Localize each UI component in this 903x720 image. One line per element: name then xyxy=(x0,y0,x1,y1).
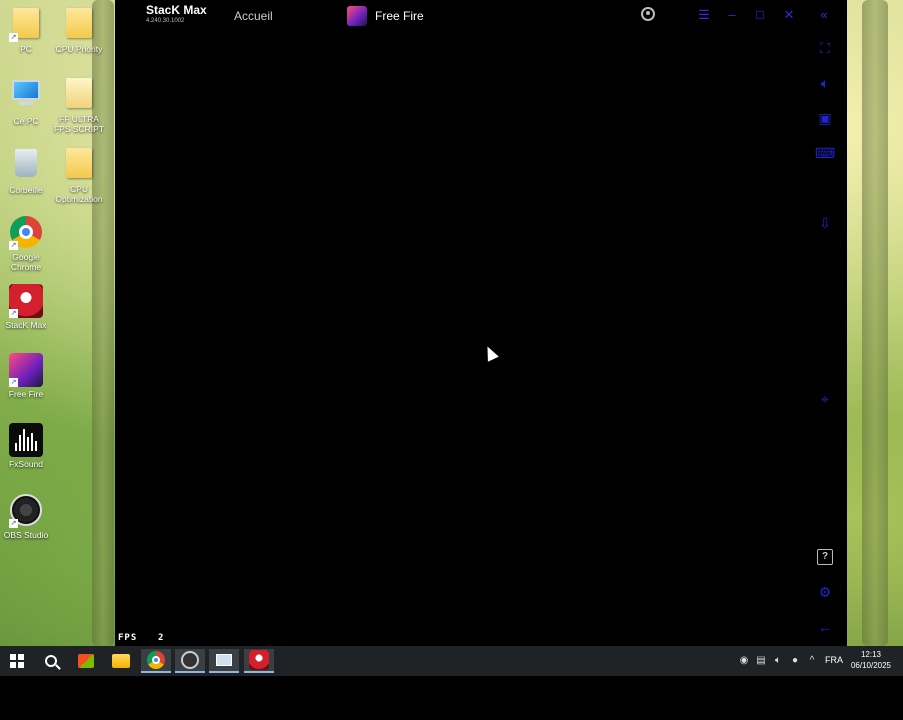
stackmax-tray-icon[interactable]: ● xyxy=(788,654,802,668)
emulator-version: 4.240.30.1002 xyxy=(146,18,185,24)
taskbar-store[interactable] xyxy=(71,649,101,673)
fps-label: FPS xyxy=(118,633,138,643)
close-icon[interactable]: ✕ xyxy=(780,6,798,24)
keyboard-mapping-icon[interactable]: ⌨ xyxy=(815,143,835,163)
desktop-icon-label: OBS Studio xyxy=(3,530,49,540)
folder-user-icon: ↗ xyxy=(9,8,43,42)
account-icon[interactable] xyxy=(641,7,655,21)
network-icon[interactable]: ▤ xyxy=(754,654,768,668)
computer-icon xyxy=(9,80,43,114)
freefire-icon: ↗ xyxy=(9,353,43,387)
desktop-icon-google-chrome[interactable]: ↗ Google Chrome xyxy=(0,215,54,272)
fullscreen-icon[interactable]: ⛶ xyxy=(815,38,835,58)
fxsound-icon xyxy=(9,423,43,457)
start-button[interactable] xyxy=(2,649,32,673)
chrome-icon: ↗ xyxy=(9,216,43,250)
emulator-brand: StacK Max 4.240.30.1002 xyxy=(146,4,207,25)
desktop-icon-cpu-optimization[interactable]: CPU Optimization xyxy=(51,146,107,204)
tab-home[interactable]: Accueil xyxy=(234,9,273,23)
desktop-icon-pc[interactable]: ↗ PC xyxy=(0,6,54,54)
minimize-icon[interactable]: – xyxy=(723,6,741,24)
desktop-icon-ff-ultra-fps-script[interactable]: FF ULTRA FPS SCRIPT xyxy=(51,76,107,134)
desktop-icon-label: Free Fire xyxy=(8,389,44,399)
desktop-icon-label: FxSound xyxy=(8,459,44,469)
desktop-icon-free-fire[interactable]: ↗ Free Fire xyxy=(0,353,54,399)
emulator-window[interactable]: StacK Max 4.240.30.1002 Accueil Free Fir… xyxy=(115,0,847,646)
windows-logo-icon xyxy=(10,654,24,668)
language-indicator[interactable]: FRA xyxy=(825,655,843,665)
collapse-sidebar-icon[interactable]: « xyxy=(815,6,833,24)
desktop-icon-cpu-priority[interactable]: CPU Priority xyxy=(51,6,107,54)
folder-icon xyxy=(62,148,96,182)
tab-free-fire-label: Free Fire xyxy=(375,9,424,23)
tray-chevron-icon[interactable]: ^ xyxy=(805,654,819,668)
file-icon xyxy=(62,78,96,112)
desktop-icon-stackmax[interactable]: ↗ StacK Max xyxy=(0,284,54,330)
desktop-icon-label: CPU Priority xyxy=(55,44,103,54)
taskbar-window[interactable] xyxy=(209,649,239,673)
emulator-titlebar[interactable]: StacK Max 4.240.30.1002 Accueil Free Fir… xyxy=(115,0,847,32)
freefire-icon xyxy=(347,6,367,26)
stackmax-icon: ↗ xyxy=(9,284,43,318)
recycle-bin-icon xyxy=(9,149,43,183)
obs-tray-icon[interactable]: ◉ xyxy=(737,654,751,668)
emulator-brand-name: StacK Max xyxy=(146,3,207,17)
clock[interactable]: 12:13 06/10/2025 xyxy=(846,649,896,671)
obs-icon: ↗ xyxy=(9,494,43,528)
location-icon[interactable]: ⌖ xyxy=(815,389,835,409)
desktop-icon-label: Ce PC xyxy=(13,116,39,126)
taskbar-obs[interactable] xyxy=(175,649,205,673)
taskbar-stackmax[interactable] xyxy=(244,649,274,673)
taskbar-file-explorer[interactable] xyxy=(106,649,136,673)
store-icon xyxy=(78,654,94,668)
maximize-icon[interactable]: □ xyxy=(751,6,769,24)
install-apk-icon[interactable]: ⇩ xyxy=(815,213,835,233)
desktop-icon-corbeille[interactable]: Corbeille xyxy=(0,146,54,195)
fps-value: 2 xyxy=(158,633,164,643)
obs-icon xyxy=(181,651,199,669)
search-button[interactable] xyxy=(36,649,66,673)
clock-time: 12:13 xyxy=(860,650,882,659)
desktop-icon-label: StacK Max xyxy=(5,320,47,330)
tab-free-fire[interactable]: Free Fire xyxy=(347,5,424,27)
volume-icon[interactable]: 🔈︎ xyxy=(815,73,835,93)
chrome-icon xyxy=(147,651,165,669)
folder-icon xyxy=(62,8,96,42)
desktop-icon-label: PC xyxy=(20,44,32,54)
search-icon xyxy=(45,655,57,667)
settings-icon[interactable]: ⚙ xyxy=(815,582,835,602)
window-icon xyxy=(216,654,232,666)
back-icon[interactable]: ← xyxy=(815,617,835,637)
desktop-icon-label: Google Chrome xyxy=(10,252,42,272)
desktop-icon-obs-studio[interactable]: ↗ OBS Studio xyxy=(0,493,54,540)
desktop-icon-label: Corbeille xyxy=(9,185,43,195)
file-explorer-icon xyxy=(112,654,130,668)
desktop-icon-fxsound[interactable]: FxSound xyxy=(0,423,54,469)
menu-icon[interactable]: ☰ xyxy=(695,6,713,24)
stackmax-icon xyxy=(249,650,269,670)
taskbar-chrome[interactable] xyxy=(141,649,171,673)
screen-record-icon[interactable]: ▣ xyxy=(815,108,835,128)
desktop-icon-ce-pc[interactable]: Ce PC xyxy=(0,76,54,126)
taskbar: ◉ ▤ 🔈︎ ● ^ FRA 12:13 06/10/2025 xyxy=(0,646,903,676)
clock-date: 06/10/2025 xyxy=(850,661,892,670)
desktop-icon-label: CPU Optimization xyxy=(55,184,103,204)
volume-icon[interactable]: 🔈︎ xyxy=(771,654,785,668)
help-icon[interactable]: ? xyxy=(817,549,833,565)
desktop-icon-label: FF ULTRA FPS SCRIPT xyxy=(53,114,105,134)
